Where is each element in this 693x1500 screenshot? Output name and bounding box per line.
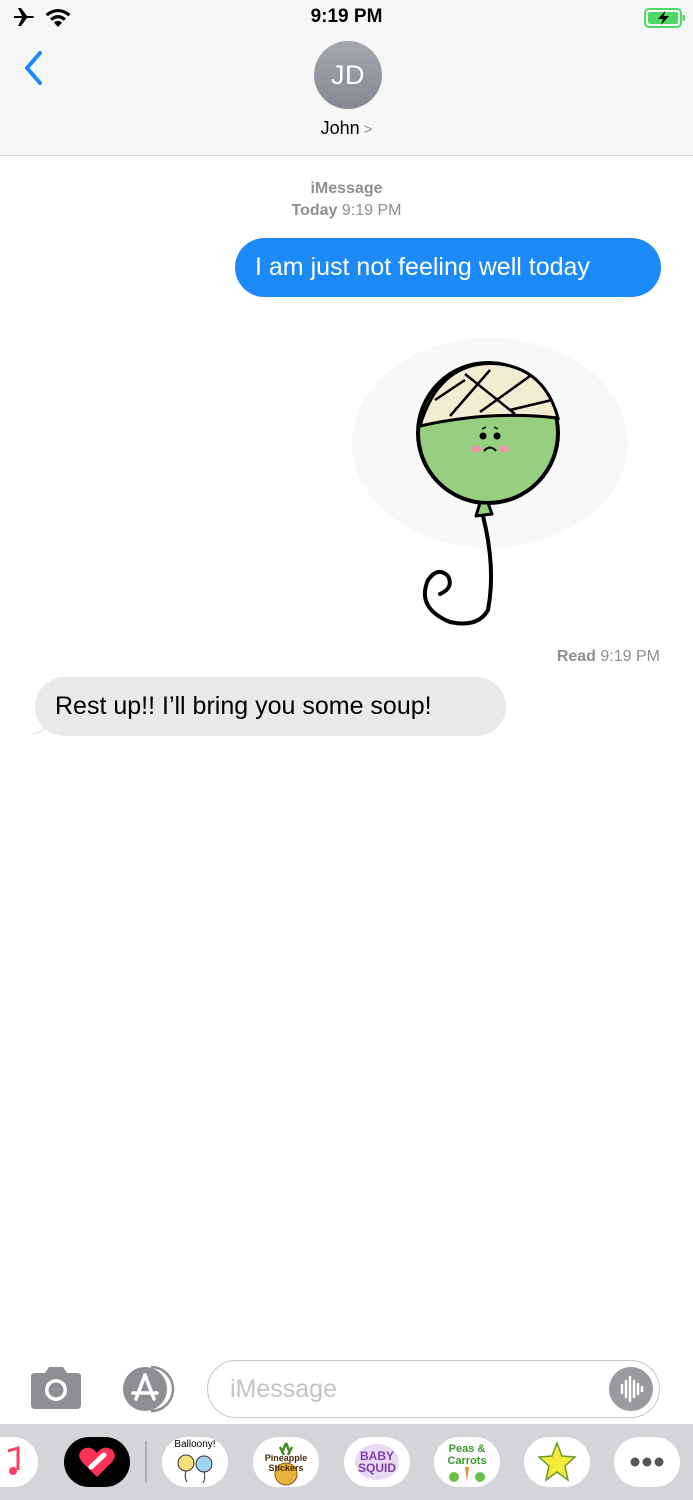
digital-touch-app-icon[interactable] bbox=[64, 1437, 130, 1487]
received-message-bubble[interactable]: Rest up!! I’ll bring you some soup! bbox=[35, 677, 506, 736]
baby-squid-app-icon[interactable]: BABY SQUID bbox=[344, 1437, 410, 1487]
read-label: Read bbox=[556, 648, 596, 665]
balloon-sticker[interactable] bbox=[340, 318, 640, 638]
back-chevron-icon[interactable] bbox=[18, 48, 48, 88]
sent-message-bubble[interactable]: I am just not feeling well today bbox=[235, 238, 661, 297]
status-bar: 9:19 PM bbox=[0, 0, 693, 36]
peas-carrots-app-label: Peas & Carrots bbox=[447, 1443, 487, 1467]
read-time: 9:19 PM bbox=[600, 648, 660, 665]
battery-charging-icon bbox=[644, 8, 685, 28]
app-store-icon[interactable] bbox=[117, 1365, 179, 1413]
drawer-divider bbox=[145, 1441, 147, 1483]
timestamp-time: 9:19 PM bbox=[341, 202, 402, 219]
pineapple-stickers-app-icon[interactable]: Pineapple Stickers bbox=[253, 1437, 319, 1487]
message-input[interactable]: iMessage bbox=[207, 1360, 660, 1418]
more-apps-button[interactable] bbox=[614, 1437, 680, 1487]
pineapple-app-label: Pineapple Stickers bbox=[264, 1453, 308, 1473]
message-timestamp: Today 9:19 PM bbox=[0, 202, 693, 220]
service-label: iMessage bbox=[310, 180, 383, 197]
baby-squid-app-label: BABY SQUID bbox=[357, 1449, 396, 1475]
balloons-icon bbox=[177, 1454, 213, 1484]
waveform-icon bbox=[620, 1375, 644, 1403]
contact-avatar[interactable]: JD bbox=[314, 41, 382, 109]
timestamp-day: Today bbox=[291, 202, 338, 219]
chevron-right-icon: > bbox=[363, 121, 373, 138]
more-icon bbox=[630, 1457, 664, 1467]
balloony-app-icon[interactable]: Balloony! bbox=[162, 1437, 228, 1487]
camera-icon[interactable] bbox=[29, 1365, 83, 1411]
contact-name-button[interactable]: John > bbox=[0, 118, 693, 139]
audio-message-button[interactable] bbox=[609, 1367, 653, 1411]
heart-icon bbox=[79, 1447, 115, 1477]
peas-carrots-app-icon[interactable]: Peas & Carrots bbox=[434, 1437, 500, 1487]
contact-name-label: John bbox=[320, 118, 360, 138]
star-icon bbox=[537, 1440, 577, 1482]
status-time: 9:19 PM bbox=[310, 6, 383, 27]
read-receipt: Read 9:19 PM bbox=[557, 648, 660, 666]
star-sticker-app-icon[interactable] bbox=[524, 1437, 590, 1487]
conversation-header: 9:19 PM JD John > bbox=[0, 0, 693, 156]
